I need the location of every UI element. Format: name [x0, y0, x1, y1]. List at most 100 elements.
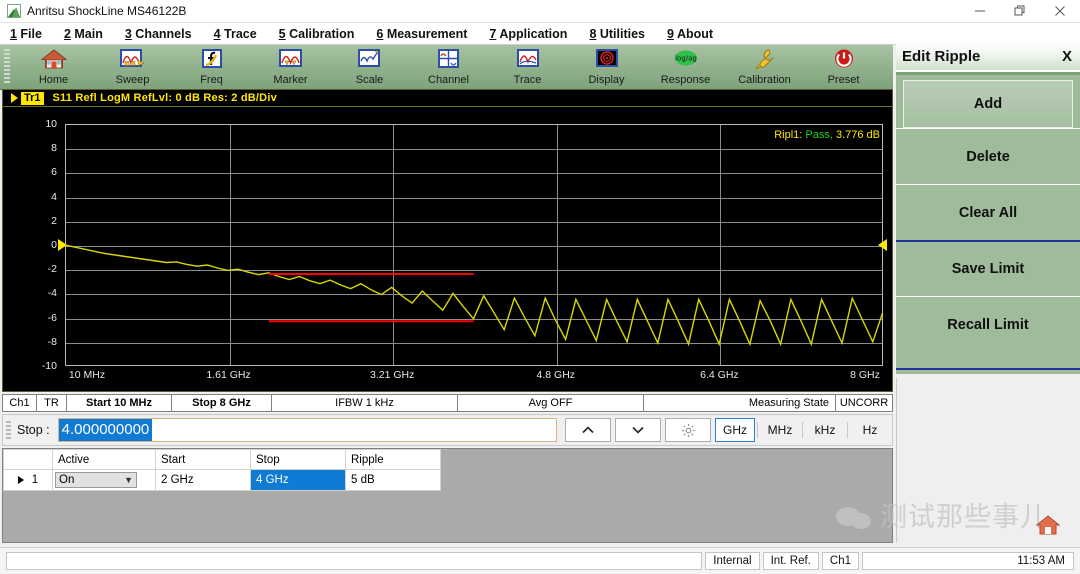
toolbar-button-label: Marker: [273, 74, 308, 86]
cell-active[interactable]: On ▼: [52, 469, 156, 491]
unit-button-khz[interactable]: kHz: [805, 418, 845, 442]
toolbar-button-display[interactable]: Display: [567, 45, 646, 89]
gear-icon[interactable]: [665, 418, 711, 442]
column-header-start[interactable]: Start: [155, 449, 251, 470]
active-dropdown[interactable]: On ▼: [55, 472, 137, 488]
table-header-row: Active Start Stop Ripple: [3, 449, 441, 470]
add-button[interactable]: Add: [903, 80, 1073, 128]
cell-stop[interactable]: 4 GHz: [250, 469, 346, 491]
row-pointer-icon: [17, 475, 24, 484]
menu-item-trace[interactable]: 4 Trace: [214, 27, 257, 41]
y-axis-tick-label: 4: [51, 190, 57, 203]
save-limit-button[interactable]: Save Limit: [896, 240, 1080, 296]
chevron-down-icon: ▼: [124, 475, 133, 485]
toolbar-button-home[interactable]: Home: [14, 45, 93, 89]
recall-limit-button[interactable]: Recall Limit: [896, 296, 1080, 352]
window-title: Anritsu ShockLine MS46122B: [27, 4, 187, 18]
restore-icon[interactable]: [1000, 0, 1040, 22]
toolbar-button-label: Sweep: [115, 74, 150, 86]
menu-item-application[interactable]: 7 Application: [489, 27, 567, 41]
wechat-logo-icon: [836, 503, 876, 533]
cell-ripple[interactable]: 5 dB: [345, 469, 441, 491]
toolbar-button-response[interactable]: log/ag Response: [646, 45, 725, 89]
column-header-index[interactable]: [3, 449, 53, 470]
toolbar-button-label: Trace: [513, 74, 542, 86]
x-axis-tick-label: 3.21 GHz: [370, 369, 415, 381]
scale-icon: [357, 48, 383, 74]
toolbar-button-label: Channel: [428, 74, 469, 86]
trace-active-arrow-icon: [11, 93, 18, 103]
y-axis-tick-label: -6: [47, 311, 57, 324]
menu-item-about[interactable]: 9 About: [667, 27, 713, 41]
panel-close-button[interactable]: X: [1062, 48, 1072, 65]
toolbar-grip[interactable]: [4, 49, 10, 85]
increment-button[interactable]: [565, 418, 611, 442]
menu-item-file[interactable]: 1 File: [10, 27, 42, 41]
entry-bar-grip[interactable]: [6, 421, 11, 439]
column-header-ripple[interactable]: Ripple: [345, 449, 441, 470]
calibration-icon: [752, 48, 778, 74]
title-bar: Anritsu ShockLine MS46122B: [0, 0, 1080, 23]
panel-button-label: Recall Limit: [947, 316, 1029, 333]
x-axis-tick-label: 4.8 GHz: [536, 369, 576, 381]
toolbar-button-label: Calibration: [738, 74, 791, 86]
response-icon: log/ag: [673, 48, 699, 74]
menu-item-main[interactable]: 2 Main: [64, 27, 103, 41]
home-icon: [40, 48, 67, 74]
toolbar-button-calibration[interactable]: Calibration: [725, 45, 804, 89]
trace-info-text: S11 Refl LogM RefLvl: 0 dB Res: 2 dB/Div: [52, 92, 277, 104]
y-axis-tick-label: 8: [51, 142, 57, 155]
app-icon: [7, 4, 21, 18]
trace-icon: [515, 48, 541, 74]
minimize-icon[interactable]: [960, 0, 1000, 22]
status-measuring-state: Measuring State: [644, 395, 836, 411]
clear-all-button[interactable]: Clear All: [896, 184, 1080, 240]
entry-value-input[interactable]: 4.000000000: [57, 418, 557, 442]
close-icon[interactable]: [1040, 0, 1080, 22]
toolbar-button-freq[interactable]: Freq: [172, 45, 251, 89]
unit-button-hz[interactable]: Hz: [850, 418, 890, 442]
toolbar-button-marker[interactable]: Marker: [251, 45, 330, 89]
home-icon[interactable]: [1035, 512, 1061, 538]
menu-item-utilities[interactable]: 8 Utilities: [589, 27, 645, 41]
y-axis-tick-label: 10: [45, 118, 57, 130]
toolbar-button-trace[interactable]: Trace: [488, 45, 567, 89]
decrement-button[interactable]: [615, 418, 661, 442]
plot-area[interactable]: 10 8 6 4 2 0 -2 -4 -6 -8 -10 Ripl1: Pass, 3.776 dB…: [3, 107, 892, 392]
row-index: 1: [31, 474, 39, 486]
trace-header[interactable]: Tr1 S11 Refl LogM RefLvl: 0 dB Res: 2 dB…: [3, 90, 892, 107]
watermark-text: 测试那些事儿: [880, 502, 1048, 533]
table-row[interactable]: 1 On ▼ 2 GHz 4 GHz 5 dB: [3, 469, 441, 491]
unit-button-ghz[interactable]: GHz: [715, 418, 755, 442]
unit-separator: [847, 422, 848, 438]
column-header-active[interactable]: Active: [52, 449, 156, 470]
toolbar-button-scale[interactable]: Scale: [330, 45, 409, 89]
status-correction-state: UNCORR: [839, 397, 889, 409]
toolbar-button-preset[interactable]: Preset: [804, 45, 883, 89]
menu-item-channels[interactable]: 3 Channels: [125, 27, 192, 41]
menu-item-calibration[interactable]: 5 Calibration: [279, 27, 355, 41]
main-toolbar: Home Sweep Freq Marker Scale Channel Trace Disp…: [0, 45, 893, 90]
delete-button[interactable]: Delete: [896, 128, 1080, 184]
bottom-trigger-source: Internal: [705, 552, 760, 570]
toolbar-button-sweep[interactable]: Sweep: [93, 45, 172, 89]
ripple-limit-table[interactable]: Active Start Stop Ripple 1 On ▼ 2 GHz 4 GHz 5 dB: [3, 449, 441, 491]
unit-button-mhz[interactable]: MHz: [760, 418, 800, 442]
toolbar-button-channel[interactable]: Channel: [409, 45, 488, 89]
entry-value-text: 4.000000000: [58, 419, 153, 441]
graph-display[interactable]: Tr1 S11 Refl LogM RefLvl: 0 dB Res: 2 dB…: [2, 89, 893, 392]
preset-icon: [831, 48, 857, 74]
menu-item-measurement[interactable]: 6 Measurement: [376, 27, 467, 41]
row-selector[interactable]: 1: [3, 469, 53, 491]
x-axis-tick-label: 1.61 GHz: [206, 369, 251, 381]
x-axis-tick-label: 6.4 GHz: [700, 369, 739, 381]
svg-text:log/ag: log/ag: [675, 55, 697, 63]
panel-header: Edit Ripple X: [896, 42, 1080, 75]
entry-label: Stop :: [17, 423, 50, 437]
ripple-limit-table-panel: Active Start Stop Ripple 1 On ▼ 2 GHz 4 GHz 5 dB: [2, 448, 893, 543]
status-averaging: Avg OFF: [458, 395, 644, 411]
column-header-stop[interactable]: Stop: [250, 449, 346, 470]
x-axis-tick-label: 10 MHz: [68, 369, 106, 381]
cell-start[interactable]: 2 GHz: [155, 469, 251, 491]
trace-tag[interactable]: Tr1: [21, 91, 44, 105]
